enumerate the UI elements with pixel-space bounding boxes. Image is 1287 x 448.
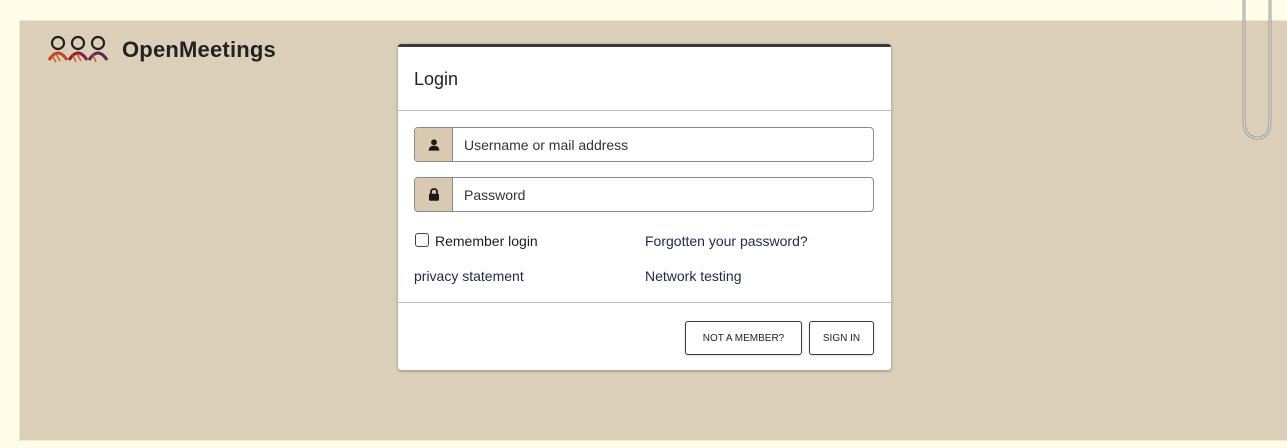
page: OpenMeetings Login Username or mail addr… <box>0 0 1287 448</box>
dialog-header: Login <box>398 47 891 111</box>
remember-checkbox[interactable] <box>415 233 429 247</box>
privacy-link[interactable]: privacy statement <box>414 268 524 284</box>
sign-in-button[interactable]: SIGN IN <box>809 321 874 355</box>
forgot-password-link[interactable]: Forgotten your password? <box>645 233 808 249</box>
password-input[interactable] <box>453 178 873 211</box>
network-testing-link[interactable]: Network testing <box>645 268 741 284</box>
not-a-member-button[interactable]: NOT A MEMBER? <box>685 321 802 355</box>
username-addon <box>415 128 453 161</box>
people-icon <box>47 35 109 63</box>
paperclip-icon <box>1242 0 1272 140</box>
password-field[interactable] <box>414 177 874 212</box>
login-dialog: Login Remember login Forgotten your p <box>398 44 891 370</box>
username-field[interactable] <box>414 127 874 162</box>
username-input[interactable] <box>453 128 873 161</box>
logo-text: OpenMeetings <box>122 37 276 62</box>
password-addon <box>415 178 453 211</box>
user-icon <box>428 138 439 151</box>
dialog-title: Login <box>414 69 459 89</box>
dialog-footer: NOT A MEMBER? SIGN IN <box>398 302 891 371</box>
lock-icon <box>428 188 439 201</box>
app-logo: OpenMeetings <box>46 34 276 66</box>
remember-label[interactable]: Remember login <box>435 233 538 249</box>
